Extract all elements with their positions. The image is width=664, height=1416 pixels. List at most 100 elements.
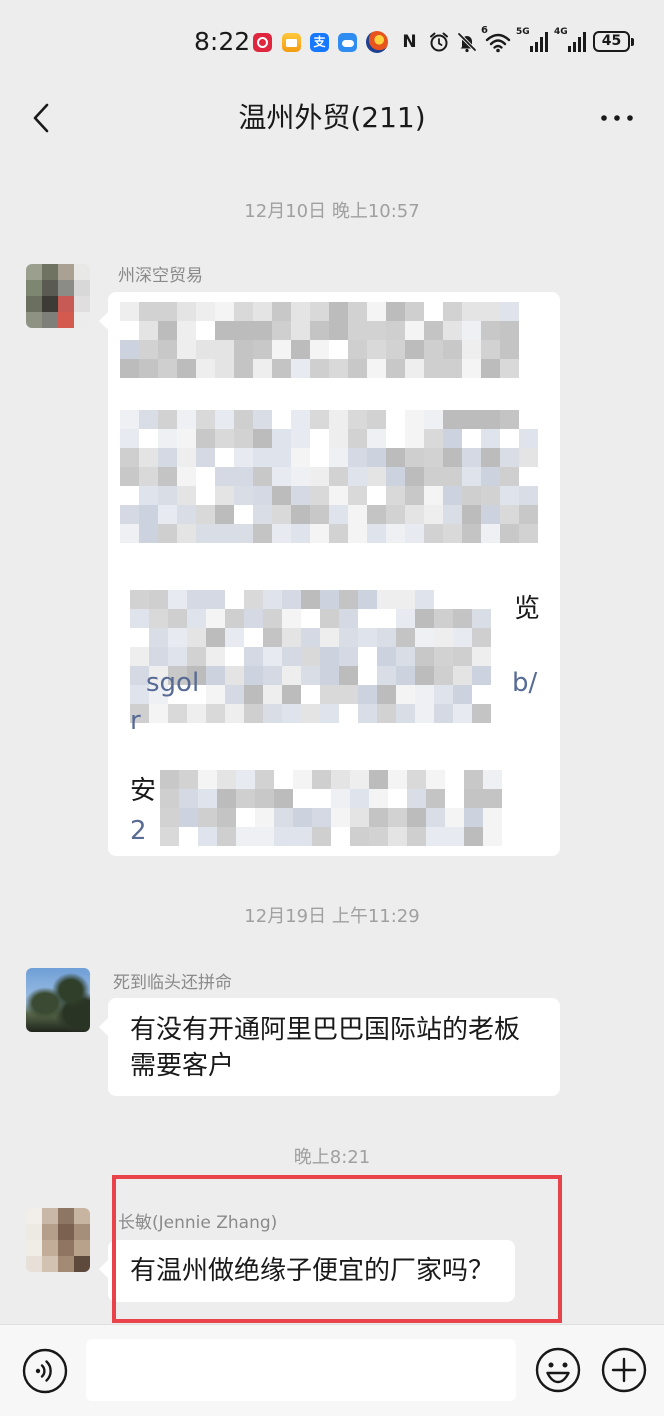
mosaic-block xyxy=(272,524,291,543)
mosaic-block xyxy=(358,666,377,685)
mosaic-block xyxy=(120,410,139,429)
mosaic-block xyxy=(196,486,215,505)
mosaic-block xyxy=(331,789,350,808)
input-bar xyxy=(0,1324,664,1416)
battery-nub xyxy=(631,38,634,46)
message-bubble[interactable]: 有没有开通阿里巴巴国际站的老板需要客户 xyxy=(99,998,560,1096)
mosaic-block xyxy=(263,685,282,704)
mosaic-block xyxy=(215,321,234,340)
mosaic-block xyxy=(253,321,272,340)
mosaic-block xyxy=(348,340,367,359)
mosaic-block xyxy=(120,448,139,467)
message-input[interactable] xyxy=(86,1339,516,1401)
mosaic-block xyxy=(348,359,367,378)
avatar-pixel xyxy=(42,312,58,328)
mosaic-block xyxy=(168,647,187,666)
mosaic-block xyxy=(434,590,453,609)
mosaic-block xyxy=(158,359,177,378)
mosaic-block xyxy=(358,628,377,647)
mosaic-block xyxy=(396,685,415,704)
more-icon[interactable] xyxy=(600,112,634,124)
alarm-icon xyxy=(430,32,448,52)
mosaic-block xyxy=(272,340,291,359)
mosaic-block xyxy=(301,609,320,628)
mosaic-block xyxy=(160,808,179,827)
mosaic-block xyxy=(386,321,405,340)
mosaic-block xyxy=(519,410,538,429)
mosaic-block xyxy=(187,704,206,723)
mosaic-block xyxy=(225,628,244,647)
mosaic-block xyxy=(415,628,434,647)
mosaic-block xyxy=(272,467,291,486)
mosaic-block xyxy=(187,647,206,666)
mosaic-block xyxy=(443,429,462,448)
cloud-app-icon xyxy=(338,33,357,52)
mosaic-block xyxy=(225,609,244,628)
mosaic-block xyxy=(253,302,272,321)
mosaic-block xyxy=(462,302,481,321)
mosaic-block xyxy=(453,666,472,685)
message-timestamp: 12月10日 晚上10:57 xyxy=(244,201,420,222)
mosaic-block xyxy=(500,340,519,359)
mosaic-block xyxy=(472,647,491,666)
pixelated-message-content xyxy=(108,292,560,856)
mosaic-block xyxy=(386,448,405,467)
mosaic-block xyxy=(329,448,348,467)
mosaic-block xyxy=(453,685,472,704)
mosaic-block xyxy=(225,666,244,685)
mosaic-block xyxy=(215,410,234,429)
mosaic-block xyxy=(453,590,472,609)
avatar[interactable] xyxy=(26,264,90,328)
mosaic-block xyxy=(415,590,434,609)
avatar-pixel xyxy=(58,296,74,312)
chat-title: 温州外贸(211) xyxy=(238,101,426,134)
emoji-icon[interactable] xyxy=(534,1346,582,1394)
mosaic-block xyxy=(291,359,310,378)
mosaic-block xyxy=(386,486,405,505)
mosaic-block xyxy=(320,628,339,647)
mosaic-block xyxy=(369,789,388,808)
mosaic-block xyxy=(481,340,500,359)
avatar-pixel xyxy=(74,1256,90,1272)
mosaic-block xyxy=(120,429,139,448)
mosaic-block xyxy=(158,429,177,448)
mosaic-block xyxy=(206,647,225,666)
mosaic-block xyxy=(453,647,472,666)
mosaic-block xyxy=(293,789,312,808)
status-time: 8:22 xyxy=(194,27,251,56)
mosaic-block xyxy=(388,827,407,846)
plus-icon[interactable] xyxy=(600,1346,648,1394)
mosaic-block xyxy=(348,448,367,467)
mosaic-block xyxy=(320,609,339,628)
mosaic-block xyxy=(434,704,453,723)
mosaic-block xyxy=(386,429,405,448)
game-app-icon xyxy=(366,31,388,53)
mosaic-block xyxy=(329,486,348,505)
mosaic-block xyxy=(415,647,434,666)
mosaic-block xyxy=(367,359,386,378)
mosaic-block xyxy=(500,467,519,486)
mosaic-block xyxy=(445,808,464,827)
avatar[interactable] xyxy=(26,968,90,1032)
mosaic-block xyxy=(481,524,500,543)
mosaic-block xyxy=(215,486,234,505)
voice-icon[interactable] xyxy=(21,1347,69,1395)
avatar-pixel xyxy=(58,264,74,280)
mosaic-block xyxy=(519,448,538,467)
mosaic-block xyxy=(424,359,443,378)
avatar[interactable] xyxy=(26,1208,90,1272)
message-bubble[interactable]: 览 sgol b/ r 安 2 xyxy=(99,292,560,856)
mosaic-block xyxy=(255,827,274,846)
mosaic-block xyxy=(310,321,329,340)
mosaic-block xyxy=(483,789,502,808)
mosaic-block xyxy=(396,666,415,685)
mosaic-block xyxy=(272,302,291,321)
mosaic-block xyxy=(244,647,263,666)
mosaic-block xyxy=(255,770,274,789)
mosaic-block xyxy=(350,770,369,789)
mosaic-block xyxy=(358,609,377,628)
mosaic-block xyxy=(215,429,234,448)
mosaic-block xyxy=(179,827,198,846)
mosaic-block xyxy=(462,321,481,340)
mosaic-block xyxy=(483,770,502,789)
